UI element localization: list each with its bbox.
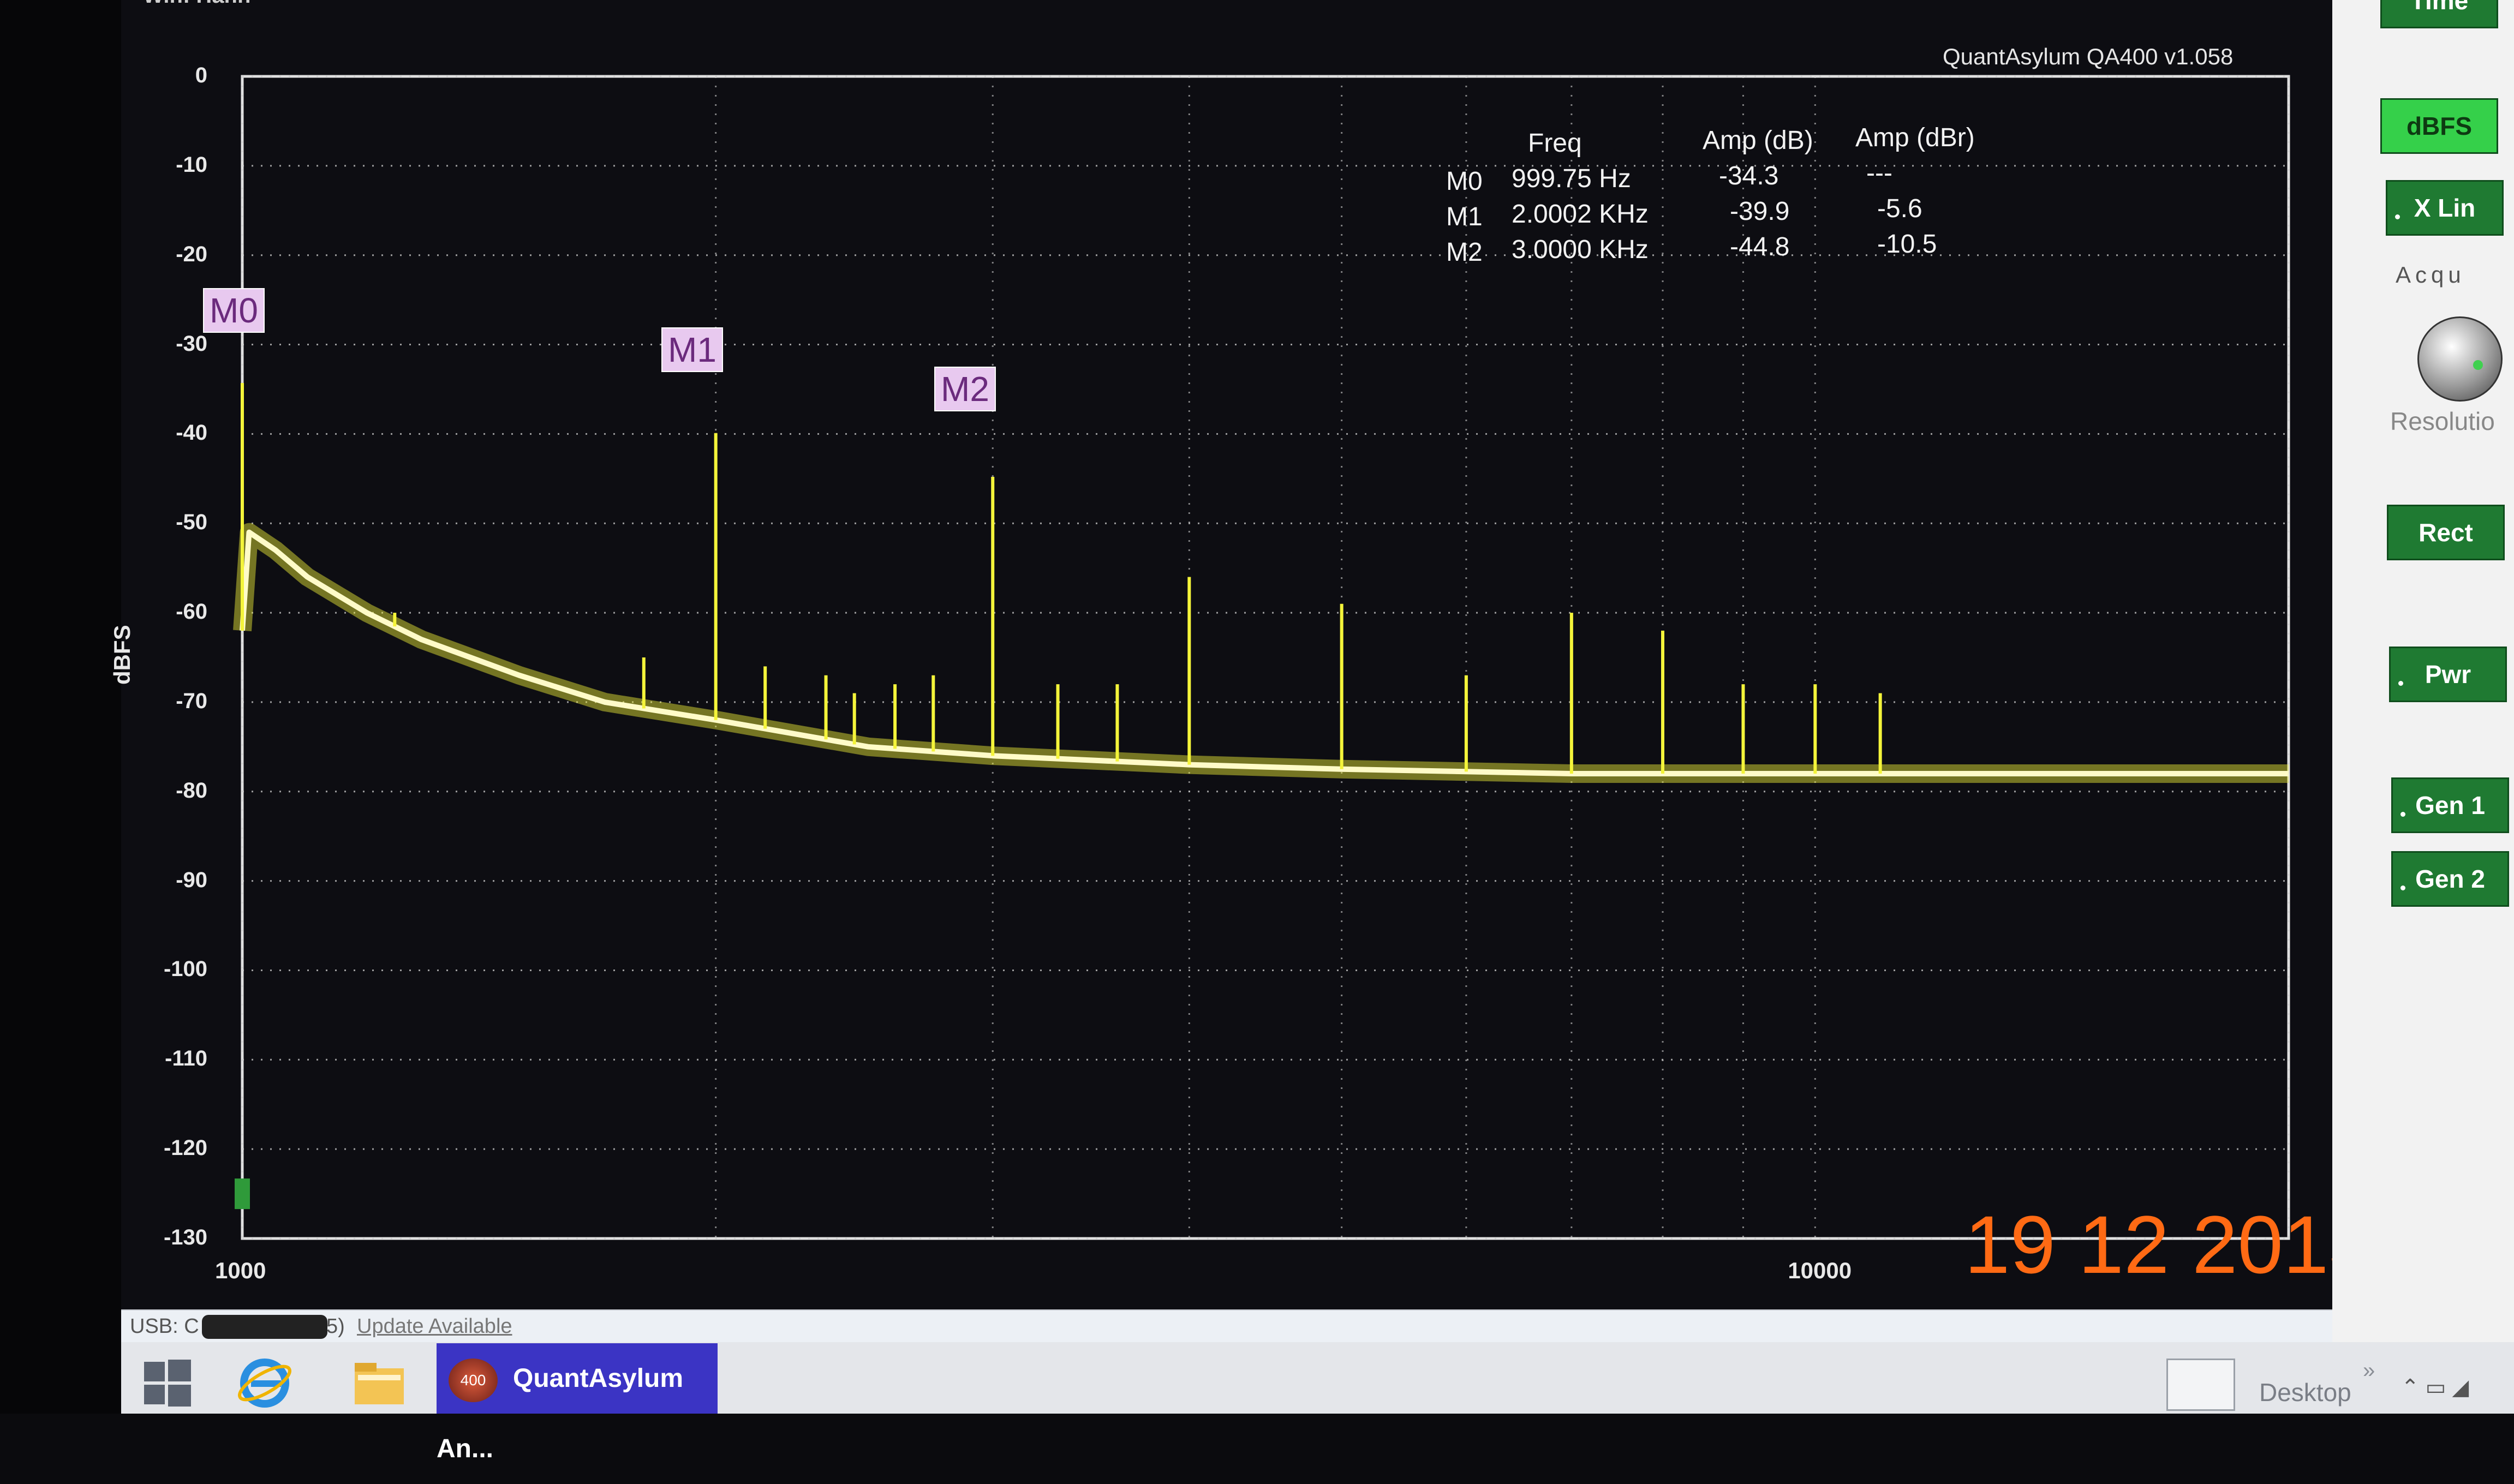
- marker-table-header-freq: Freq: [1528, 129, 1582, 158]
- led-icon: [2398, 681, 2403, 686]
- marker-row-m2-amp-dbr: -10.5: [1877, 230, 1937, 259]
- plot-frame: [241, 75, 2290, 1240]
- resolution-knob-icon[interactable]: [2417, 316, 2503, 402]
- y-tick-label: -80: [176, 778, 207, 803]
- time-button[interactable]: Time: [2380, 0, 2498, 28]
- marker-row-m0-amp-db: -34.3: [1719, 161, 1779, 190]
- marker-badge-m1[interactable]: M1: [661, 327, 723, 372]
- y-tick-label: -50: [176, 510, 207, 535]
- trigger-flag-icon: [235, 1178, 250, 1210]
- led-icon: [2400, 885, 2405, 890]
- marker-row-m0-amp-dbr: ---: [1866, 159, 1892, 188]
- touch-keyboard-icon[interactable]: [2166, 1359, 2235, 1411]
- dbfs-button[interactable]: dBFS: [2380, 98, 2498, 154]
- system-tray-icons[interactable]: ⌃ ▭ ◢: [2401, 1375, 2469, 1400]
- y-tick-label: 0: [195, 63, 207, 87]
- marker-row-m2-amp-db: -44.8: [1730, 232, 1790, 261]
- rect-button[interactable]: Rect: [2387, 505, 2505, 560]
- xlin-button-label: X Lin: [2414, 194, 2476, 222]
- camera-date-stamp: 19 12 2013: [1964, 1199, 2374, 1290]
- x-tick-label: 10000: [1788, 1258, 1852, 1283]
- marker-row-m1-name: M1: [1446, 202, 1483, 231]
- y-tick-label: -20: [176, 242, 207, 266]
- usb-status-obscured: [202, 1315, 327, 1339]
- noise-floor-band: [233, 523, 2289, 783]
- windows-start-icon[interactable]: [143, 1359, 192, 1408]
- y-tick-label: -110: [165, 1046, 207, 1071]
- usb-status-tail: 5): [326, 1315, 345, 1338]
- gen2-button[interactable]: Gen 2: [2391, 851, 2509, 907]
- update-available-link[interactable]: Update Available: [357, 1315, 512, 1338]
- quantasylum-app-icon: 400: [449, 1359, 498, 1402]
- gen2-button-label: Gen 2: [2415, 865, 2485, 893]
- pwr-button-label: Pwr: [2425, 660, 2471, 689]
- spectrum-plot-area: [121, 0, 2332, 1309]
- gen1-button-label: Gen 1: [2415, 791, 2485, 819]
- knob-indicator-icon: [2473, 360, 2483, 370]
- marker-row-m2-name: M2: [1446, 238, 1483, 267]
- y-tick-label: -30: [176, 331, 207, 356]
- y-tick-label: -10: [176, 152, 207, 177]
- pwr-button[interactable]: Pwr: [2389, 647, 2507, 702]
- x-tick-label: 1000: [215, 1258, 266, 1283]
- marker-row-m1-freq: 2.0002 KHz: [1512, 200, 1649, 229]
- marker-row-m1-amp-db: -39.9: [1730, 197, 1790, 226]
- marker-row-m0-freq: 999.75 Hz: [1512, 164, 1631, 193]
- marker-table-header-amp-dbr: Amp (dBr): [1855, 123, 1975, 152]
- y-tick-label: -40: [176, 421, 207, 445]
- file-explorer-icon[interactable]: [349, 1353, 409, 1413]
- toolbar-chevron-icon[interactable]: »: [2363, 1359, 2375, 1383]
- y-tick-label: -70: [176, 689, 207, 713]
- marker-table-header-amp-db: Amp (dB): [1703, 126, 1813, 155]
- y-tick-label: -130: [163, 1225, 207, 1249]
- y-tick-label: -100: [163, 957, 207, 982]
- marker-badge-m0[interactable]: M0: [203, 288, 265, 333]
- y-tick-label: -90: [176, 867, 207, 892]
- resolution-label: Resolutio: [2390, 407, 2495, 435]
- acquisition-label: Acqu: [2396, 262, 2465, 288]
- led-icon: [2400, 812, 2405, 817]
- marker-row-m1-amp-dbr: -5.6: [1877, 194, 1922, 223]
- spectrum-plot-svg: [233, 75, 2290, 1240]
- marker-badge-m2[interactable]: M2: [934, 367, 996, 411]
- spectrum-trace: [240, 529, 2289, 776]
- xlin-button[interactable]: X Lin: [2386, 180, 2504, 236]
- app-version-label: QuantAsylum QA400 v1.058: [1943, 44, 2234, 69]
- y-tick-label: -60: [176, 600, 207, 624]
- desktop-toolbar-label[interactable]: Desktop: [2259, 1378, 2351, 1407]
- gen1-button[interactable]: Gen 1: [2391, 777, 2509, 833]
- y-tick-label: -120: [163, 1136, 207, 1160]
- usb-status-label: USB: C: [130, 1315, 199, 1338]
- y-axis-label: dBFS: [109, 625, 135, 685]
- monitor-bezel: [0, 0, 121, 1414]
- marker-row-m2-freq: 3.0000 KHz: [1512, 235, 1649, 264]
- window-header-label: Win: Hann: [143, 0, 250, 8]
- led-icon: [2395, 214, 2400, 219]
- internet-explorer-icon[interactable]: [235, 1353, 295, 1413]
- marker-row-m0-name: M0: [1446, 167, 1483, 196]
